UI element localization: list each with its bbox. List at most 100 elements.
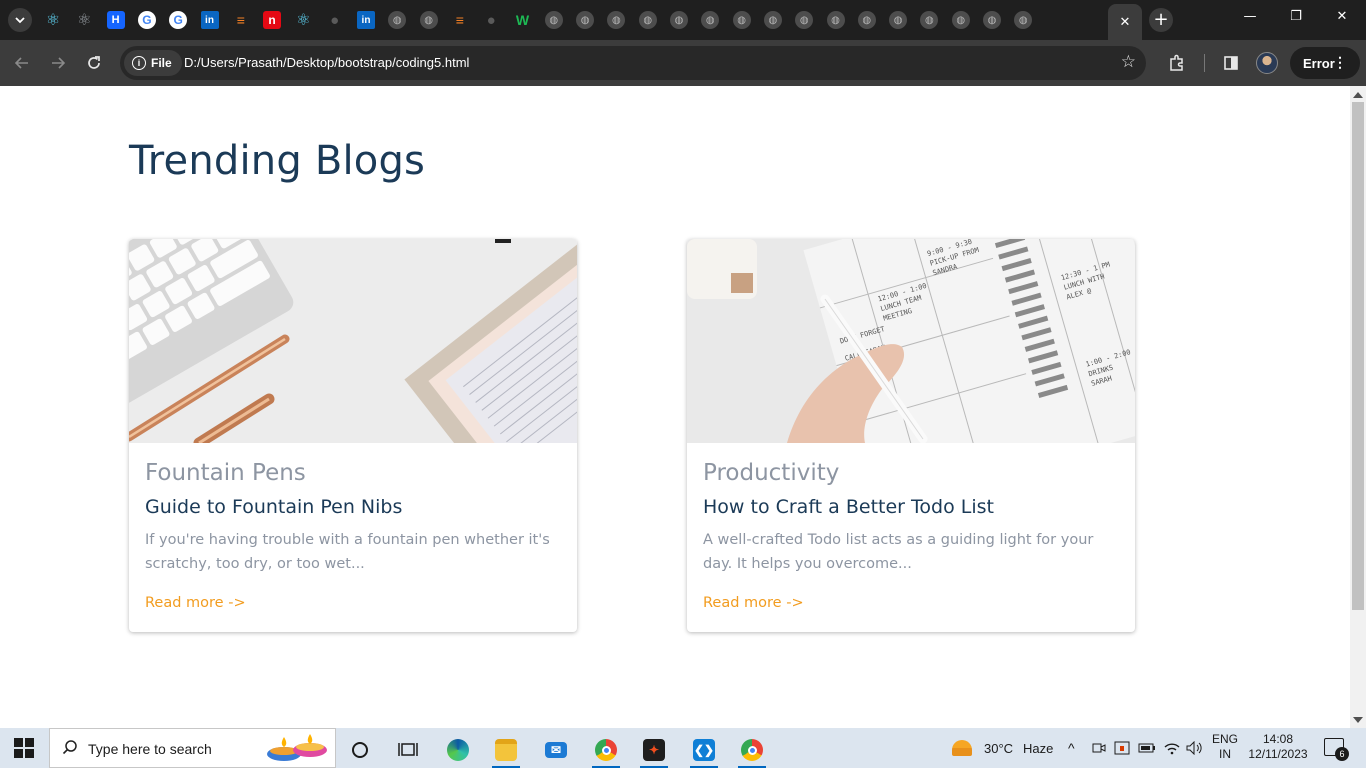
globe-icon[interactable]: ◍ — [920, 11, 939, 29]
stackoverflow-icon[interactable]: ≡ — [232, 11, 250, 29]
react-icon[interactable]: ⚛ — [294, 11, 312, 29]
windows-taskbar: Type here to search ✉ ✦ ❮❯ 30°C Haze ^ E… — [0, 728, 1366, 768]
globe-icon[interactable]: ◍ — [763, 11, 782, 29]
clock-date: 12/11/2023 — [1248, 747, 1308, 761]
mail-icon[interactable]: ✉ — [536, 732, 576, 768]
globe-icon[interactable]: ◍ — [795, 11, 814, 29]
stackoverflow-icon[interactable]: ≡ — [451, 11, 469, 29]
battery-icon[interactable] — [1138, 728, 1156, 768]
globe-icon[interactable]: ◍ — [983, 11, 1001, 29]
globe-icon[interactable]: ◍ — [544, 11, 563, 29]
windows-start-icon[interactable] — [14, 738, 34, 758]
more-menu-icon[interactable]: ⋮ — [1333, 54, 1347, 71]
react-gray-icon[interactable]: ⚛ — [75, 11, 93, 29]
react-icon[interactable]: ⚛ — [44, 11, 62, 29]
read-more-link[interactable]: Read more -> — [145, 595, 246, 611]
scroll-down-arrow-icon[interactable] — [1353, 717, 1363, 723]
taskbar-search-box[interactable]: Type here to search — [49, 728, 336, 768]
profile-error-button[interactable]: Error ⋮ — [1290, 47, 1360, 79]
address-bar[interactable]: i File D:/Users/Prasath/Desktop/bootstra… — [120, 46, 1146, 80]
tab-strip: ⚛ ⚛ H G Gin ≡ n ⚛ ● in ◍ ◍ ≡ ● W ◍ ◍ ◍ ◍ ◍ ◍ ◍ ◍ ◍ ◍ ◍ ◍ ◍ ◍ ◍ ◍ ✕ + —… — [0, 0, 1366, 40]
page-title: Trending Blogs — [129, 138, 426, 184]
globe-icon[interactable]: ◍ — [1014, 11, 1033, 29]
site-chip-label: File — [151, 56, 172, 70]
meet-now-icon[interactable] — [1092, 728, 1106, 768]
security-icon[interactable] — [1114, 728, 1130, 768]
blog-card-productivity[interactable]: 9:00 - 9:30 PICK-UP FROM SANDRA 12:00 - 1:… — [687, 239, 1135, 632]
linkedin-icon[interactable]: in — [200, 11, 219, 29]
globe-icon[interactable]: ◍ — [951, 11, 970, 29]
scroll-thumb[interactable] — [1352, 102, 1364, 610]
new-tab-button[interactable]: + — [1149, 8, 1173, 32]
close-window-button[interactable]: ✕ — [1332, 9, 1352, 24]
active-tab[interactable]: ✕ — [1108, 4, 1142, 40]
url-text[interactable]: D:/Users/Prasath/Desktop/bootstrap/codin… — [184, 55, 469, 70]
close-tab-icon[interactable]: ✕ — [1120, 15, 1131, 30]
globe-icon[interactable]: ◍ — [607, 11, 626, 29]
globe-icon[interactable]: ◍ — [701, 11, 720, 29]
globe-icon[interactable]: ◍ — [576, 11, 595, 29]
blog-card-fountain-pens[interactable]: Fountain Pens Guide to Fountain Pen Nibs… — [129, 239, 577, 632]
restore-button[interactable]: ❐ — [1286, 9, 1306, 24]
forward-arrow-icon[interactable] — [47, 52, 69, 74]
diwali-diya-icon[interactable] — [264, 734, 330, 762]
extensions-icon[interactable] — [1166, 52, 1188, 74]
language-indicator[interactable]: ENG IN — [1212, 732, 1238, 762]
edge-icon[interactable] — [438, 732, 478, 768]
card-heading[interactable]: How to Craft a Better Todo List — [703, 496, 994, 518]
minimize-button[interactable]: — — [1240, 9, 1260, 24]
browser-toolbar: i File D:/Users/Prasath/Desktop/bootstra… — [0, 40, 1366, 86]
chrome-icon[interactable] — [586, 732, 626, 768]
file-explorer-icon[interactable] — [486, 732, 526, 768]
globe-icon[interactable]: ◍ — [388, 11, 407, 29]
info-icon: i — [132, 56, 146, 70]
wifi-icon[interactable] — [1163, 728, 1181, 768]
language-code: ENG — [1212, 732, 1239, 746]
task-view-icon[interactable] — [388, 732, 428, 768]
page-scrollbar[interactable] — [1350, 86, 1366, 728]
vscode-icon[interactable]: ❮❯ — [684, 732, 724, 768]
globe-icon[interactable]: ◍ — [857, 11, 876, 29]
w-icon[interactable]: W — [514, 11, 532, 29]
tab-search-button[interactable] — [8, 8, 32, 32]
haze-weather-icon — [952, 740, 972, 756]
github-icon[interactable]: ● — [326, 11, 344, 29]
google-icon[interactable]: G — [169, 11, 188, 29]
globe-icon[interactable]: ◍ — [638, 11, 657, 29]
globe-icon[interactable]: ◍ — [419, 11, 438, 29]
figma-icon[interactable]: ✦ — [634, 732, 674, 768]
side-panel-icon[interactable] — [1220, 52, 1242, 74]
region-code: IN — [1219, 747, 1231, 761]
page-viewport: Trending Blogs Fountain Pens Guide to Fo… — [0, 86, 1350, 728]
globe-icon[interactable]: ◍ — [826, 11, 845, 29]
show-hidden-icons-chevron-icon[interactable]: ^ — [1068, 728, 1075, 768]
github-icon[interactable]: ● — [482, 11, 500, 29]
linkedin-icon[interactable]: in — [357, 11, 375, 29]
globe-icon[interactable]: ◍ — [732, 11, 751, 29]
error-label: Error — [1303, 55, 1335, 71]
chrome-profile-icon[interactable] — [732, 732, 772, 768]
weather-widget[interactable]: 30°C Haze — [952, 728, 1053, 768]
blog-card-image — [129, 239, 577, 443]
toolbar-divider — [1204, 54, 1205, 72]
site-info-chip[interactable]: i File — [124, 50, 182, 76]
card-category: Fountain Pens — [145, 460, 306, 486]
search-icon — [62, 739, 78, 759]
hook-icon[interactable]: H — [106, 11, 125, 29]
globe-icon[interactable]: ◍ — [889, 11, 908, 29]
reload-icon[interactable] — [83, 52, 105, 74]
system-clock[interactable]: 14:08 12/11/2023 — [1248, 732, 1308, 762]
globe-icon[interactable]: ◍ — [670, 11, 688, 29]
back-arrow-icon[interactable] — [11, 52, 33, 74]
read-more-link[interactable]: Read more -> — [703, 595, 804, 611]
card-description: If you're having trouble with a fountain… — [145, 532, 550, 572]
scroll-up-arrow-icon[interactable] — [1353, 92, 1363, 98]
n-icon[interactable]: n — [263, 11, 282, 29]
cortana-icon[interactable] — [340, 732, 380, 768]
profile-avatar[interactable] — [1256, 52, 1278, 74]
search-placeholder: Type here to search — [88, 741, 212, 757]
bookmark-star-icon[interactable]: ☆ — [1121, 52, 1136, 72]
google-icon[interactable]: G — [137, 11, 156, 29]
card-heading[interactable]: Guide to Fountain Pen Nibs — [145, 496, 402, 518]
volume-icon[interactable] — [1186, 728, 1204, 768]
